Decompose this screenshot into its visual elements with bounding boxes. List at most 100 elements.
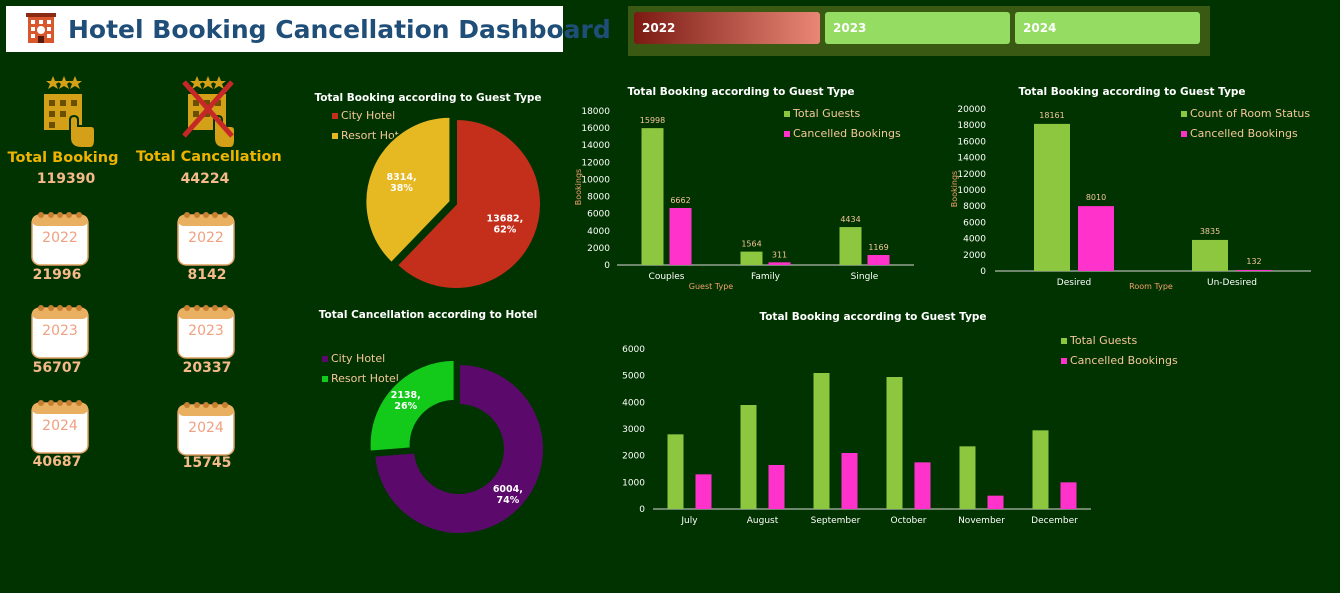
- bar-guest-data-label: 15998: [640, 116, 665, 125]
- bar-guest-legend-swatch: [784, 111, 790, 117]
- bar-room-data-label: 3835: [1200, 227, 1220, 236]
- bar-month-ytick: 5000: [622, 372, 645, 382]
- bar-guest-ytick: 10000: [581, 175, 610, 185]
- bar-room-ytick: 12000: [957, 170, 986, 180]
- bar-month-bar-0: [667, 434, 684, 509]
- pie-data-label: 8314, 38%: [387, 172, 417, 194]
- bar-guest-bar-1: [768, 262, 791, 265]
- bar-guest-legend-label: Total Guests: [792, 107, 860, 120]
- bar-month-bar-0: [740, 405, 757, 509]
- bar-guest-ytick: 2000: [587, 244, 610, 254]
- bar-month-bar-1: [768, 465, 785, 509]
- bar-month-xtick: October: [890, 516, 926, 526]
- bar-room-legend-swatch: [1181, 111, 1187, 117]
- bar-room-title: Total Booking according to Guest Type: [1018, 86, 1245, 98]
- bar-guest-bar-0: [839, 227, 862, 265]
- bar-guest-ytick: 14000: [581, 141, 610, 151]
- pie-hotel-legend-label: City Hotel: [341, 109, 395, 122]
- bar-room-ylabel: Bookings: [950, 171, 959, 207]
- charts-canvas: Total Booking according to Guest Type Cit…: [314, 86, 1311, 535]
- bar-room-legend-swatch: [1181, 131, 1187, 137]
- donut-legend-label: City Hotel: [331, 352, 385, 365]
- bar-room-bar-1: [1236, 269, 1272, 271]
- bar-month-ytick: 4000: [622, 398, 645, 408]
- bar-room-ytick: 2000: [963, 251, 986, 261]
- bar-guest-legend-label: Cancelled Bookings: [793, 127, 901, 140]
- bar-month-ytick: 3000: [622, 425, 645, 435]
- bar-room-data-label: 8010: [1086, 193, 1106, 202]
- bar-month-bar-1: [841, 453, 858, 509]
- donut-legend-swatch: [322, 356, 328, 362]
- bar-guest-ylabel: Bookings: [574, 169, 583, 205]
- bar-month-xtick: November: [958, 516, 1005, 526]
- bar-guest-xtick: Couples: [649, 272, 685, 282]
- bar-guest-xtick: Single: [851, 272, 879, 282]
- bar-guest-data-label: 6662: [670, 196, 690, 205]
- bar-guest-ytick: 6000: [587, 210, 610, 220]
- bar-room-xlabel: Room Type: [1129, 282, 1173, 291]
- bar-guest-ytick: 16000: [581, 124, 610, 134]
- bar-month-xtick: July: [680, 516, 698, 526]
- pie-hotel-title: Total Booking according to Guest Type: [314, 92, 541, 104]
- bar-month-legend-swatch: [1061, 338, 1067, 344]
- bar-guest-xtick: Family: [751, 272, 781, 282]
- pie-hotel-legend-swatch: [332, 113, 338, 119]
- bar-room-ytick: 0: [980, 267, 986, 277]
- bar-guest-ytick: 8000: [587, 193, 610, 203]
- bar-guest-xlabel: Guest Type: [689, 282, 733, 291]
- bar-guest-ytick: 4000: [587, 227, 610, 237]
- bar-month-ytick: 1000: [622, 478, 645, 488]
- bar-month-bar-1: [695, 474, 712, 509]
- bar-room-bar-0: [1192, 239, 1228, 271]
- bar-month-bar-0: [1032, 430, 1049, 509]
- bar-room-ytick: 18000: [957, 121, 986, 131]
- bar-month-bar-1: [1060, 482, 1077, 509]
- bar-room-ytick: 6000: [963, 218, 986, 228]
- bar-guest-data-label: 1564: [741, 240, 761, 249]
- bar-month-legend-label: Total Guests: [1069, 334, 1137, 347]
- bar-room-data-label: 132: [1246, 257, 1261, 266]
- bar-month-ytick: 0: [639, 505, 645, 515]
- donut-data-label: 2138, 26%: [391, 390, 421, 412]
- bar-room-legend-label: Cancelled Bookings: [1190, 127, 1298, 140]
- bar-month-legend-label: Cancelled Bookings: [1070, 354, 1178, 367]
- bar-room-ytick: 16000: [957, 137, 986, 147]
- bar-month-bar-1: [987, 495, 1004, 509]
- bar-guest-bar-1: [669, 208, 692, 265]
- bar-month-xtick: December: [1031, 516, 1078, 526]
- bar-room-xtick: Desired: [1057, 278, 1091, 288]
- bar-guest-data-label: 311: [772, 250, 787, 259]
- donut-title: Total Cancellation according to Hotel: [319, 309, 538, 321]
- bar-room-ytick: 14000: [957, 154, 986, 164]
- bar-month-bar-0: [959, 446, 976, 509]
- bar-room-data-label: 18161: [1039, 111, 1064, 120]
- bar-month-bar-0: [886, 377, 903, 509]
- pie-hotel-legend-swatch: [332, 133, 338, 139]
- bar-room-bar-1: [1078, 206, 1114, 271]
- bar-room-xtick: Un-Desired: [1207, 278, 1257, 288]
- bar-month-title: Total Booking according to Guest Type: [759, 311, 986, 323]
- bar-room-ytick: 20000: [957, 105, 986, 115]
- bar-room-bar-0: [1034, 123, 1070, 271]
- bar-guest-legend-swatch: [784, 131, 790, 137]
- bar-guest-ytick: 0: [604, 261, 610, 271]
- bar-guest-ytick: 12000: [581, 158, 610, 168]
- donut-data-label: 6004, 74%: [493, 484, 523, 506]
- donut-legend-swatch: [322, 376, 328, 382]
- donut-legend-label: Resort Hotel: [331, 372, 399, 385]
- bar-guest-bar-0: [740, 251, 763, 265]
- bar-guest-data-label: 1169: [868, 243, 888, 252]
- bar-guest-bar-1: [867, 254, 890, 265]
- bar-month-bar-0: [813, 373, 830, 509]
- bar-room-legend-label: Count of Room Status: [1190, 107, 1310, 120]
- bar-guest-title: Total Booking according to Guest Type: [627, 86, 854, 98]
- bar-room-ytick: 8000: [963, 202, 986, 212]
- bar-month-legend-swatch: [1061, 358, 1067, 364]
- bar-month-ytick: 2000: [622, 452, 645, 462]
- bar-month-ytick: 6000: [622, 345, 645, 355]
- bar-month-xtick: September: [811, 516, 861, 526]
- bar-guest-bar-0: [641, 128, 664, 265]
- bar-month-bar-1: [914, 462, 931, 509]
- bar-guest-ytick: 18000: [581, 107, 610, 117]
- bar-room-ytick: 4000: [963, 235, 986, 245]
